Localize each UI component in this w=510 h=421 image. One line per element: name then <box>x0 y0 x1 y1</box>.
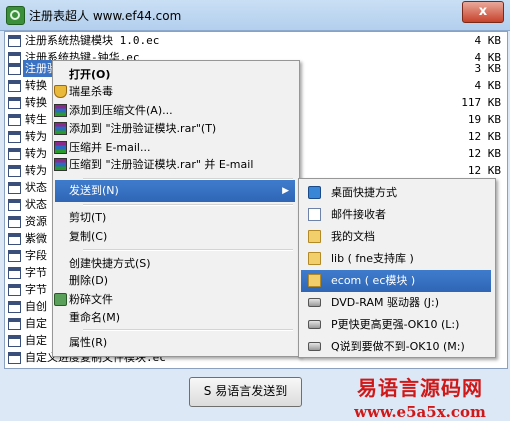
send-to-submenu: 桌面快捷方式 邮件接收者 我的文档 lib ( fne支持库 ) ecom ( … <box>298 178 496 358</box>
menu-separator <box>83 329 293 331</box>
app-logo-icon <box>6 6 25 25</box>
menu-item-send-to[interactable]: 发送到(N) ▶ <box>55 180 295 202</box>
file-icon <box>8 165 21 177</box>
app-window: 注册表超人 www.ef44.com x 注册系统热键模块 1.0.ec 4 KB… <box>0 0 510 421</box>
ruixing-shield-icon <box>54 85 67 98</box>
file-icon <box>8 233 21 245</box>
file-icon <box>8 318 21 330</box>
file-icon <box>8 267 21 279</box>
submenu-item-my-docs[interactable]: 我的文档 <box>301 226 491 248</box>
watermark-url: www.e5a5x.com <box>354 403 486 421</box>
context-menu: 打开(O) 瑞星杀毒 添加到压缩文件(A)... 添加到 "注册验证模块.rar… <box>52 60 300 357</box>
file-icon <box>8 301 21 313</box>
file-icon <box>8 97 21 109</box>
folder-icon <box>308 230 321 243</box>
winrar-icon <box>54 158 67 171</box>
drive-icon <box>308 342 321 351</box>
file-icon <box>8 114 21 126</box>
menu-separator <box>83 249 293 251</box>
file-icon <box>8 199 21 211</box>
submenu-item-lib[interactable]: lib ( fne支持库 ) <box>301 248 491 270</box>
menu-item-rename[interactable]: 重命名(M) <box>55 307 295 329</box>
winrar-icon <box>54 141 67 154</box>
window-title: 注册表超人 www.ef44.com <box>29 9 182 23</box>
winrar-icon <box>54 122 67 135</box>
submenu-item-mail[interactable]: 邮件接收者 <box>301 204 491 226</box>
mail-icon <box>308 208 321 221</box>
menu-item-compress-rar-email[interactable]: 压缩到 "注册验证模块.rar" 并 E-mail <box>54 154 295 176</box>
submenu-item-p-drive[interactable]: P更快更高更强-OK10 (L:) <box>301 314 491 336</box>
shred-icon <box>54 293 67 306</box>
drive-icon <box>308 298 321 307</box>
folder-icon <box>308 274 321 287</box>
file-icon <box>8 182 21 194</box>
file-icon <box>8 250 21 262</box>
folder-icon <box>308 252 321 265</box>
send-to-button[interactable]: S 易语言发送到 <box>189 377 302 407</box>
file-icon <box>8 352 21 364</box>
submenu-arrow-icon: ▶ <box>282 186 289 196</box>
menu-item-copy[interactable]: 复制(C) <box>55 226 295 248</box>
submenu-item-dvd[interactable]: DVD-RAM 驱动器 (J:) <box>301 292 491 314</box>
submenu-item-ecom[interactable]: ecom ( ec模块 ) <box>301 270 491 292</box>
file-icon <box>8 284 21 296</box>
desktop-icon <box>308 186 321 199</box>
submenu-item-desktop[interactable]: 桌面快捷方式 <box>301 182 491 204</box>
title-bar[interactable]: 注册表超人 www.ef44.com x <box>0 0 510 31</box>
winrar-icon <box>54 104 67 117</box>
watermark-title: 易语言源码网 <box>357 376 483 400</box>
file-icon <box>8 335 21 347</box>
file-icon <box>8 63 21 75</box>
submenu-item-q-drive[interactable]: Q说到要做不到-OK10 (M:) <box>301 336 491 358</box>
site-watermark: 易语言源码网 www.e5a5x.com <box>335 372 505 421</box>
menu-separator <box>83 204 293 206</box>
drive-icon <box>308 320 321 329</box>
file-icon <box>8 131 21 143</box>
file-icon <box>8 216 21 228</box>
file-icon <box>8 148 21 160</box>
file-icon <box>8 80 21 92</box>
close-button[interactable]: x <box>462 1 504 23</box>
menu-item-properties[interactable]: 属性(R) <box>55 332 295 354</box>
